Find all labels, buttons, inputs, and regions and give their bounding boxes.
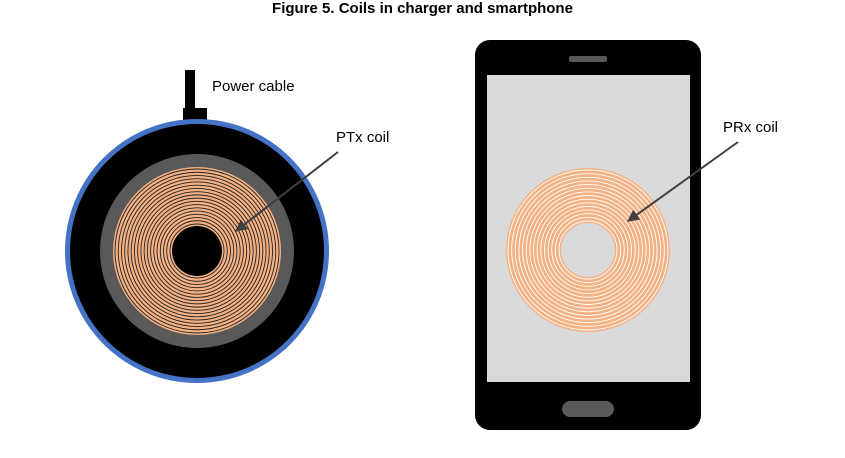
charger <box>65 70 329 383</box>
phone-speaker <box>569 56 607 62</box>
smartphone <box>475 40 701 430</box>
coils-diagram: Power cable PTx coil PRx coil <box>65 40 778 430</box>
power-cable <box>185 70 195 114</box>
prx-coil-center <box>561 223 615 277</box>
ptx-coil-label: PTx coil <box>336 129 389 146</box>
prx-coil-label: PRx coil <box>723 119 778 136</box>
power-cable-label: Power cable <box>212 78 295 95</box>
ptx-coil-core <box>172 226 222 276</box>
home-button <box>562 401 614 417</box>
